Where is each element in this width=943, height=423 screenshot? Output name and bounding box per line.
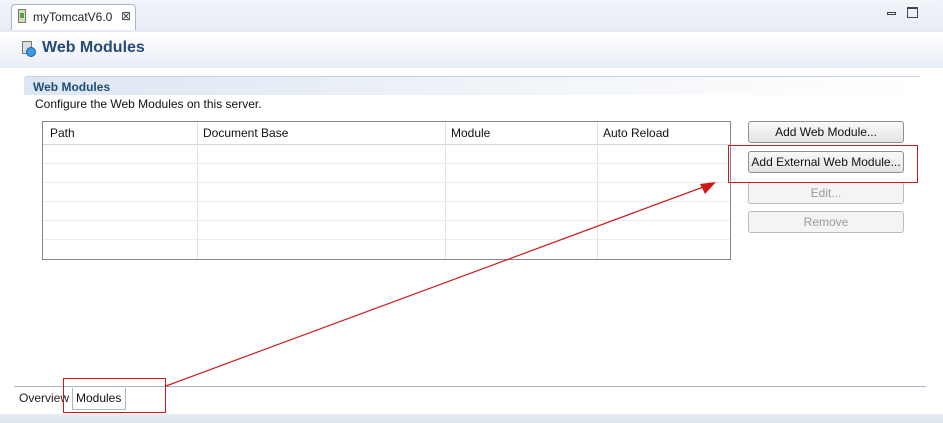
table-row bbox=[43, 220, 730, 221]
column-header-module[interactable]: Module bbox=[451, 126, 490, 140]
page-title: Web Modules bbox=[42, 39, 145, 56]
editor-tab-title: myTomcatV6.0 bbox=[33, 10, 113, 24]
web-modules-table[interactable]: Path Document Base Module Auto Reload bbox=[42, 121, 731, 260]
editor-tab-bar: myTomcatV6.0 ⊠ bbox=[0, 0, 943, 33]
server-config-file-icon bbox=[18, 9, 26, 23]
web-module-icon bbox=[22, 41, 36, 57]
add-web-module-button[interactable]: Add Web Module... bbox=[748, 121, 904, 143]
column-header-auto-reload[interactable]: Auto Reload bbox=[603, 126, 669, 140]
annotation-highlight-button bbox=[728, 145, 918, 183]
form-header: Web Modules bbox=[0, 32, 943, 68]
editor-bottom-border bbox=[0, 414, 943, 423]
section-title-bar: Web Modules bbox=[24, 76, 921, 95]
table-row bbox=[43, 182, 730, 183]
section-description: Configure the Web Modules on this server… bbox=[35, 97, 262, 111]
annotation-highlight-tab bbox=[63, 378, 166, 413]
table-row bbox=[43, 163, 730, 164]
column-header-document-base[interactable]: Document Base bbox=[203, 126, 288, 140]
editor-tab-mytomcat[interactable]: myTomcatV6.0 ⊠ bbox=[11, 4, 136, 30]
section-title: Web Modules bbox=[33, 80, 111, 94]
table-header: Path Document Base Module Auto Reload bbox=[43, 122, 730, 145]
edit-button[interactable]: Edit... bbox=[748, 182, 904, 204]
minimize-icon[interactable] bbox=[886, 7, 897, 18]
table-row bbox=[43, 201, 730, 202]
column-header-path[interactable]: Path bbox=[50, 126, 75, 140]
remove-button[interactable]: Remove bbox=[748, 211, 904, 233]
close-icon[interactable]: ⊠ bbox=[121, 9, 131, 23]
table-row bbox=[43, 239, 730, 240]
maximize-icon[interactable] bbox=[907, 7, 918, 18]
